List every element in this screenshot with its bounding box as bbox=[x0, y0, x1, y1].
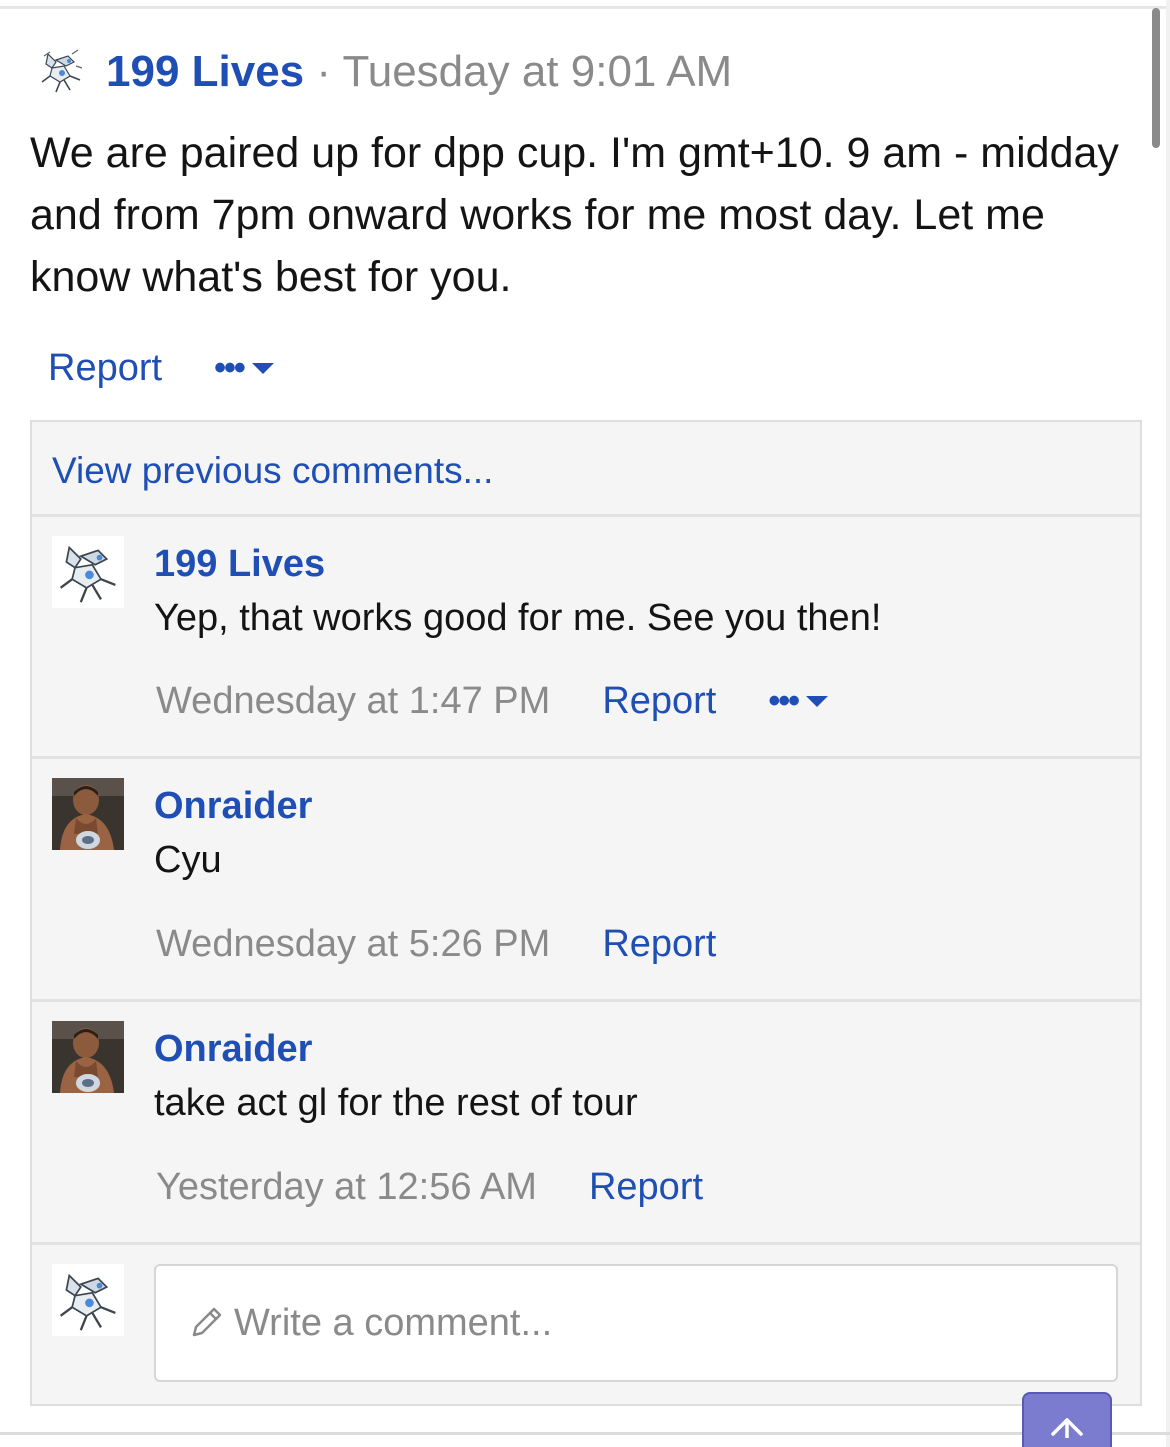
dragon-sprite-icon bbox=[41, 49, 83, 93]
comment-author-name[interactable]: Onraider bbox=[154, 1025, 312, 1073]
meta-separator: · bbox=[316, 47, 332, 96]
post-author-avatar[interactable] bbox=[36, 46, 86, 96]
comment-timestamp[interactable]: Wednesday at 1:47 PM bbox=[156, 677, 550, 725]
post-header: 199 Lives · Tuesday at 9:01 AM bbox=[106, 44, 732, 100]
more-dots-icon: ••• bbox=[214, 349, 246, 387]
top-divider bbox=[0, 6, 1170, 9]
view-previous-comments-link[interactable]: View previous comments... bbox=[52, 446, 493, 496]
person-photo-icon bbox=[52, 1021, 124, 1093]
comment-report-link[interactable]: Report bbox=[589, 1163, 703, 1211]
comments-section: View previous comments... 199 Lives Yep,… bbox=[30, 420, 1142, 1406]
comment-meta: Yesterday at 12:56 AM Report bbox=[156, 1163, 703, 1211]
person-photo-icon bbox=[52, 778, 124, 850]
comment-author-name[interactable]: 199 Lives bbox=[154, 540, 325, 588]
comment-divider bbox=[32, 999, 1140, 1002]
more-dots-icon: ••• bbox=[768, 682, 800, 720]
comment-author-avatar[interactable] bbox=[52, 536, 124, 608]
write-comment-placeholder: Write a comment... bbox=[234, 1301, 553, 1344]
profile-post-page: 199 Lives · Tuesday at 9:01 AM We are pa… bbox=[0, 0, 1170, 1447]
post-timestamp[interactable]: Tuesday at 9:01 AM bbox=[342, 47, 732, 96]
write-comment-input[interactable]: Write a comment... bbox=[154, 1264, 1118, 1382]
post-report-link[interactable]: Report bbox=[48, 347, 162, 390]
comment-meta: Wednesday at 5:26 PM Report bbox=[156, 920, 716, 968]
comment-report-link[interactable]: Report bbox=[602, 677, 716, 725]
dragon-sprite-icon bbox=[59, 545, 116, 603]
dragon-sprite-icon bbox=[59, 1273, 116, 1331]
post-author-name[interactable]: 199 Lives bbox=[106, 47, 304, 96]
scroll-track bbox=[1166, 0, 1170, 1447]
comment-timestamp[interactable]: Wednesday at 5:26 PM bbox=[156, 920, 550, 968]
comment-text: Yep, that works good for me. See you the… bbox=[154, 597, 882, 639]
comment-author-avatar[interactable] bbox=[52, 778, 124, 850]
comment-timestamp[interactable]: Yesterday at 12:56 AM bbox=[156, 1163, 537, 1211]
bottom-divider bbox=[0, 1432, 1170, 1435]
caret-down-icon bbox=[251, 362, 274, 374]
comment-text: take act gl for the rest of tour bbox=[154, 1082, 638, 1124]
scrollbar-thumb[interactable] bbox=[1152, 8, 1160, 148]
scroll-to-top-button[interactable] bbox=[1022, 1392, 1112, 1447]
post-body-text: We are paired up for dpp cup. I'm gmt+10… bbox=[30, 129, 1119, 301]
pencil-icon bbox=[192, 1307, 222, 1337]
comment-author-avatar[interactable] bbox=[52, 1021, 124, 1093]
current-user-avatar[interactable] bbox=[52, 1264, 124, 1336]
comment-divider bbox=[32, 756, 1140, 759]
arrow-up-icon bbox=[1051, 1418, 1083, 1438]
caret-down-icon bbox=[806, 695, 829, 707]
post-actions: Report ••• bbox=[48, 340, 274, 396]
comment-more-menu[interactable]: ••• bbox=[768, 682, 829, 720]
comment-meta: Wednesday at 1:47 PM Report ••• bbox=[156, 677, 829, 725]
comment-text: Cyu bbox=[154, 839, 222, 881]
comment-author-name[interactable]: Onraider bbox=[154, 782, 312, 830]
post-more-menu[interactable]: ••• bbox=[214, 351, 274, 385]
comment-divider bbox=[32, 514, 1140, 517]
comment-report-link[interactable]: Report bbox=[602, 920, 716, 968]
comment-divider bbox=[32, 1242, 1140, 1245]
